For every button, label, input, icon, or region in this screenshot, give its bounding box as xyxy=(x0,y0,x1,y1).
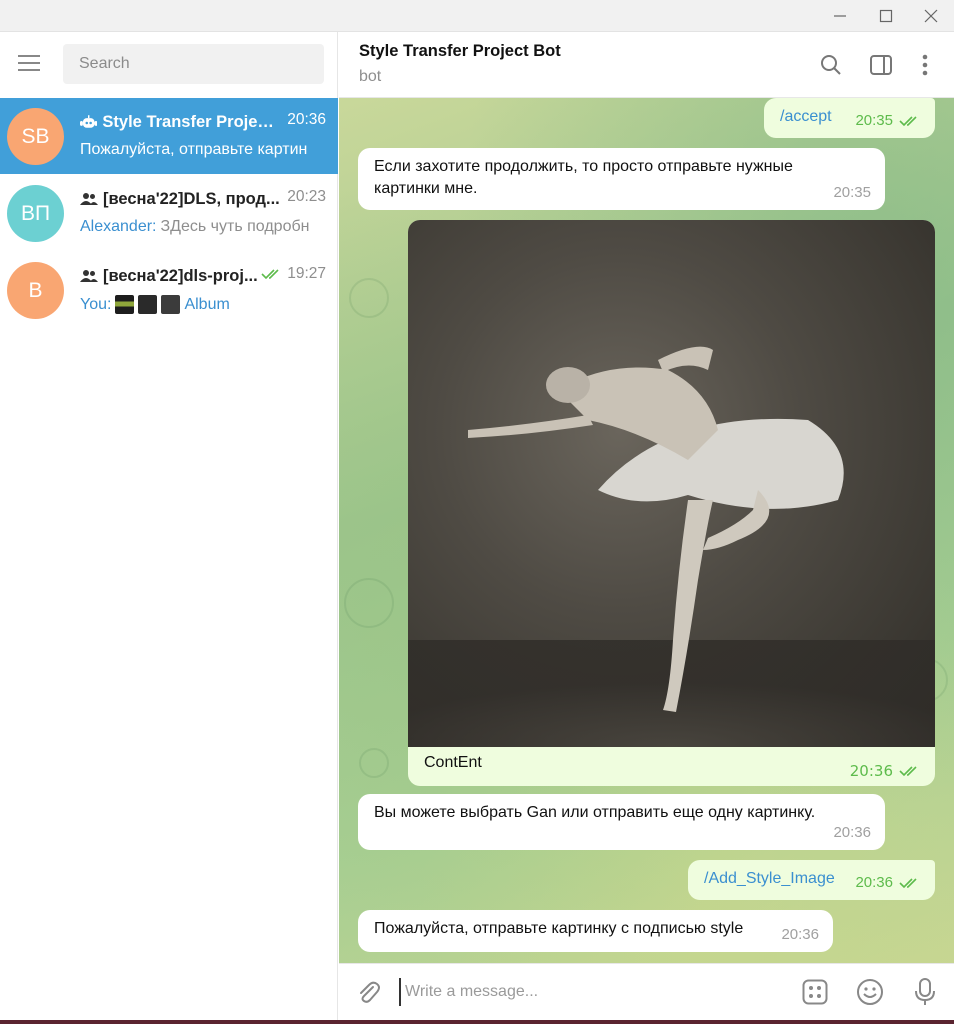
chat-title: [весна'22]DLS, прод... xyxy=(80,188,280,210)
chat-title-text: Style Transfer Project... xyxy=(102,112,280,131)
menu-button[interactable] xyxy=(12,46,46,80)
chat-item-style-transfer-bot[interactable]: SB Style Transfer Project... 20:36 Пожал… xyxy=(0,98,338,174)
album-thumbnail xyxy=(138,295,158,314)
group-icon xyxy=(80,193,98,205)
preview-text: ЗДесь чуть подробн xyxy=(160,218,310,235)
search-input[interactable]: Search xyxy=(63,44,324,84)
paperclip-icon xyxy=(360,981,380,1003)
minimize-button[interactable] xyxy=(817,0,863,32)
background-doodle xyxy=(349,278,389,318)
sidebar-toggle-icon xyxy=(870,55,892,75)
message-text: Пожалуйста, отправьте картинку с подпись… xyxy=(374,920,744,937)
message-time: 20:36 xyxy=(850,762,921,780)
microphone-icon xyxy=(915,978,935,1005)
message-time: 20:35 xyxy=(833,184,871,201)
chat-item-dls-project[interactable]: В [весна'22]dls-proj... 19:27 You: Album xyxy=(0,252,338,328)
message-incoming[interactable]: Вы можете выбрать Gan или отправить еще … xyxy=(358,794,885,850)
message-time: 20:35 xyxy=(855,110,921,132)
chat-header-subtitle: bot xyxy=(359,68,382,85)
chat-panel: Style Transfer Project Bot bot /accept 2… xyxy=(339,32,954,1020)
hamburger-menu-icon xyxy=(18,55,40,71)
message-incoming[interactable]: Пожалуйста, отправьте картинку с подпись… xyxy=(358,910,833,952)
chat-title-text: [весна'22]dls-proj... xyxy=(103,266,258,285)
search-icon xyxy=(821,55,841,75)
message-incoming[interactable]: Если захотите продолжить, то просто отпр… xyxy=(358,148,885,210)
background-doodle xyxy=(344,578,394,628)
bot-icon xyxy=(80,115,98,128)
sender-name: Alexander: xyxy=(80,218,157,235)
emoji-button[interactable] xyxy=(855,977,885,1007)
more-vertical-icon xyxy=(922,54,928,76)
chat-header-title[interactable]: Style Transfer Project Bot xyxy=(359,42,561,61)
album-thumbnail xyxy=(115,295,135,314)
close-icon xyxy=(924,9,938,23)
avatar: SB xyxy=(7,108,64,165)
album-thumbnail xyxy=(161,295,181,314)
more-options-button[interactable] xyxy=(910,50,940,80)
message-time: 20:36 xyxy=(781,926,819,943)
command-link[interactable]: /Add_Style_Image xyxy=(704,870,835,887)
double-check-icon xyxy=(899,116,917,127)
double-check-icon xyxy=(261,269,279,280)
chat-preview: You: Album xyxy=(80,295,326,314)
chat-title: [весна'22]dls-proj... xyxy=(80,265,280,287)
ballet-dancer-photo[interactable] xyxy=(408,220,935,747)
chat-time: 20:36 xyxy=(287,111,326,128)
message-input[interactable] xyxy=(399,978,789,1006)
message-text: Если захотите продолжить, то просто отпр… xyxy=(374,158,793,197)
chat-list-sidebar: Search SB Style Transfer Project... 20:3… xyxy=(0,32,338,1020)
close-button[interactable] xyxy=(908,0,954,32)
chat-messages-area[interactable]: /accept 20:35 Если захотите продолжить, … xyxy=(339,98,954,963)
chat-title-text: [весна'22]DLS, прод... xyxy=(103,189,280,208)
chat-preview: Пожалуйста, отправьте картин xyxy=(80,141,308,158)
window-titlebar xyxy=(0,0,954,32)
double-check-icon xyxy=(899,878,917,889)
message-photo[interactable]: ContEnt 20:36 xyxy=(408,220,935,786)
photo-caption: ContEnt xyxy=(424,754,482,771)
chat-header: Style Transfer Project Bot bot xyxy=(339,32,954,98)
smile-icon xyxy=(857,979,883,1005)
message-text: Вы можете выбрать Gan или отправить еще … xyxy=(374,804,816,821)
bot-commands-icon xyxy=(802,979,828,1005)
command-link[interactable]: /accept xyxy=(780,108,832,125)
message-outgoing[interactable]: /accept 20:35 xyxy=(764,98,935,138)
double-check-icon xyxy=(899,766,917,777)
avatar: В xyxy=(7,262,64,319)
taskbar-edge xyxy=(0,1020,954,1024)
avatar: ВП xyxy=(7,185,64,242)
chat-time: 19:27 xyxy=(261,265,326,283)
message-time: 20:36 xyxy=(833,824,871,841)
chat-preview: Alexander: ЗДесь чуть подробн xyxy=(80,218,326,236)
message-outgoing[interactable]: /Add_Style_Image 20:36 xyxy=(688,860,935,900)
preview-text: Album xyxy=(184,295,230,313)
minimize-icon xyxy=(834,15,846,17)
sidebar-toggle-button[interactable] xyxy=(866,50,896,80)
dancer-silhouette xyxy=(408,346,935,747)
voice-message-button[interactable] xyxy=(910,977,940,1007)
search-button[interactable] xyxy=(816,50,846,80)
message-time: 20:36 xyxy=(855,872,921,894)
message-composer xyxy=(339,963,954,1020)
maximize-button[interactable] xyxy=(863,0,909,32)
bot-commands-button[interactable] xyxy=(800,977,830,1007)
chat-title: Style Transfer Project... xyxy=(80,111,280,133)
maximize-icon xyxy=(879,9,893,23)
sender-name: You: xyxy=(80,295,112,313)
group-icon xyxy=(80,270,98,282)
background-doodle xyxy=(359,748,389,778)
chat-item-dls-prod[interactable]: ВП [весна'22]DLS, прод... 20:23 Alexande… xyxy=(0,175,338,251)
chat-time: 20:23 xyxy=(287,188,326,205)
attach-button[interactable] xyxy=(353,977,383,1007)
